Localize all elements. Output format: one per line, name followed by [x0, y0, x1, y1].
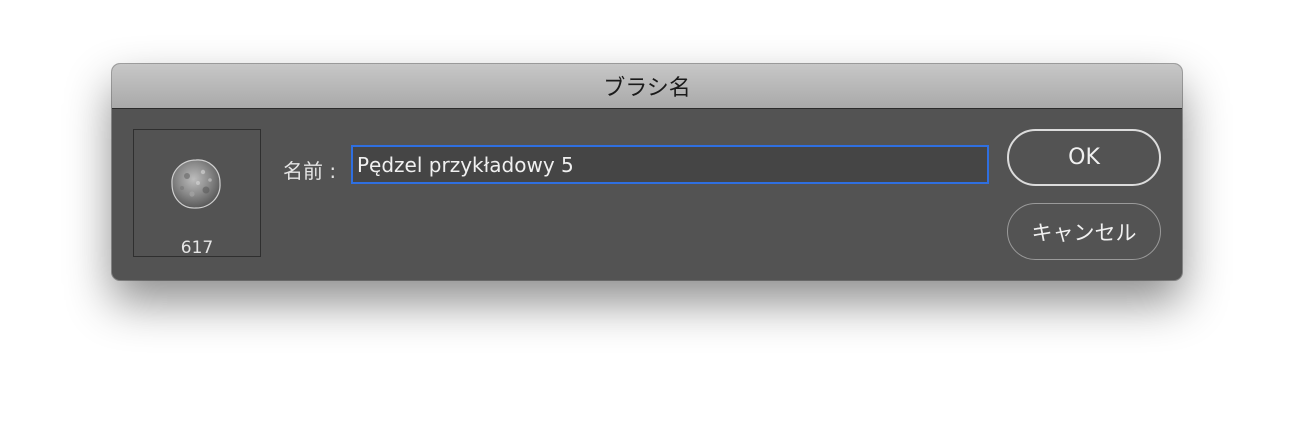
brush-preview: 617: [133, 129, 261, 258]
brush-size-label: 617: [180, 238, 214, 258]
brush-tip-icon: [171, 159, 221, 209]
ok-button[interactable]: OK: [1007, 129, 1161, 186]
dialog-titlebar[interactable]: ブラシ名: [112, 64, 1182, 109]
brush-name-input[interactable]: [351, 145, 989, 184]
cancel-button[interactable]: キャンセル: [1007, 203, 1161, 260]
name-field-label: 名前 :: [283, 159, 337, 183]
brush-name-dialog: ブラシ名 617 名前 : OK キャンセル: [112, 64, 1182, 280]
dialog-title: ブラシ名: [603, 76, 691, 101]
